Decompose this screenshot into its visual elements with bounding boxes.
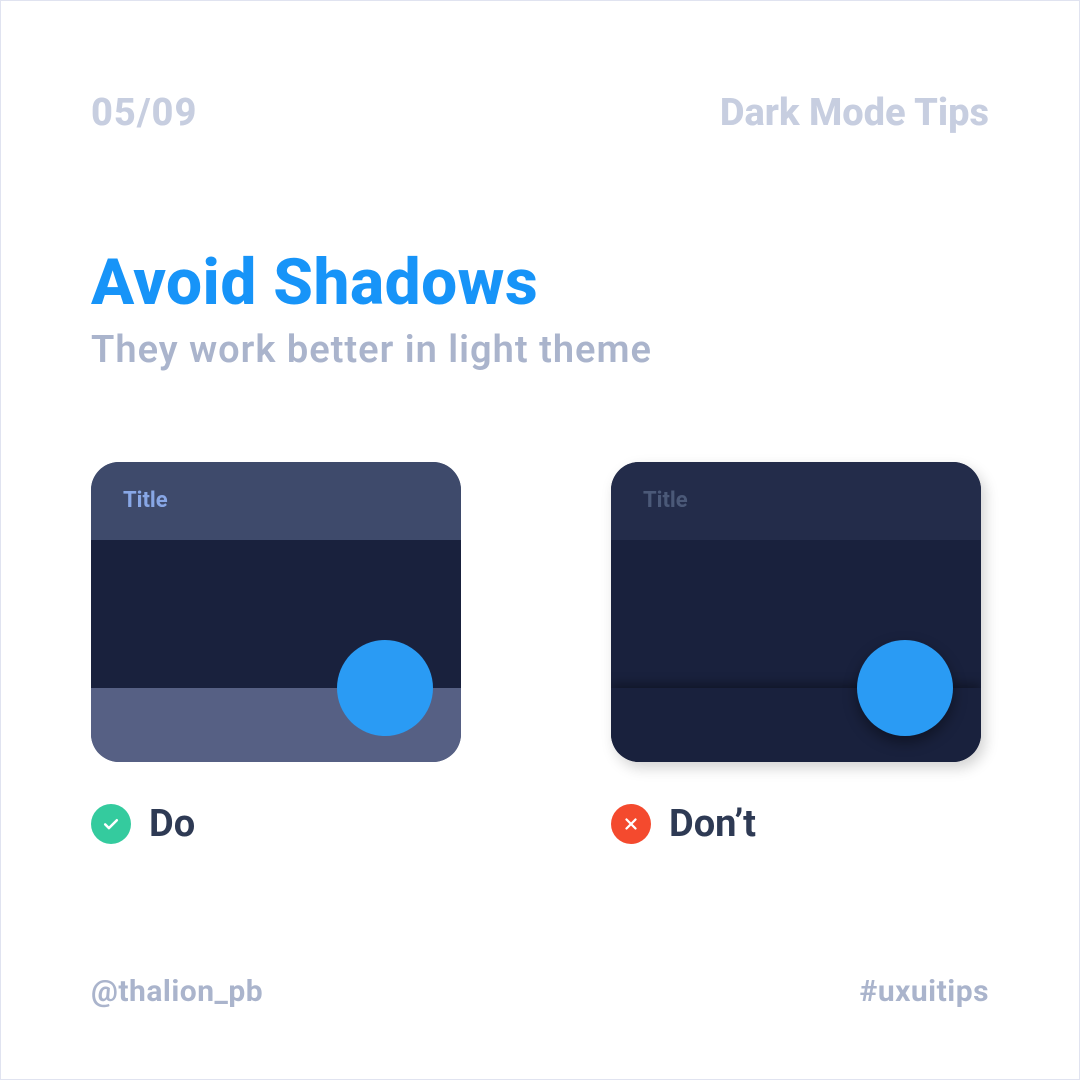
check-icon	[91, 804, 131, 844]
card-title: Title	[123, 488, 168, 513]
dont-label: Don’t	[611, 802, 981, 846]
series-title: Dark Mode Tips	[720, 91, 989, 135]
headline: Avoid Shadows	[91, 245, 989, 320]
subheadline: They work better in light theme	[91, 328, 989, 372]
do-label-text: Do	[149, 802, 195, 846]
fab-button	[337, 640, 433, 736]
author-handle: @thalion_pb	[91, 974, 263, 1009]
do-label: Do	[91, 802, 461, 846]
hashtag: #uxuitips	[860, 974, 989, 1009]
fab-button	[857, 640, 953, 736]
cross-icon	[611, 804, 651, 844]
card-title: Title	[643, 488, 688, 513]
dont-label-text: Don’t	[669, 802, 756, 846]
example-card-dont: Title	[611, 462, 981, 762]
example-card-do: Title	[91, 462, 461, 762]
page-counter: 05/09	[91, 91, 197, 135]
